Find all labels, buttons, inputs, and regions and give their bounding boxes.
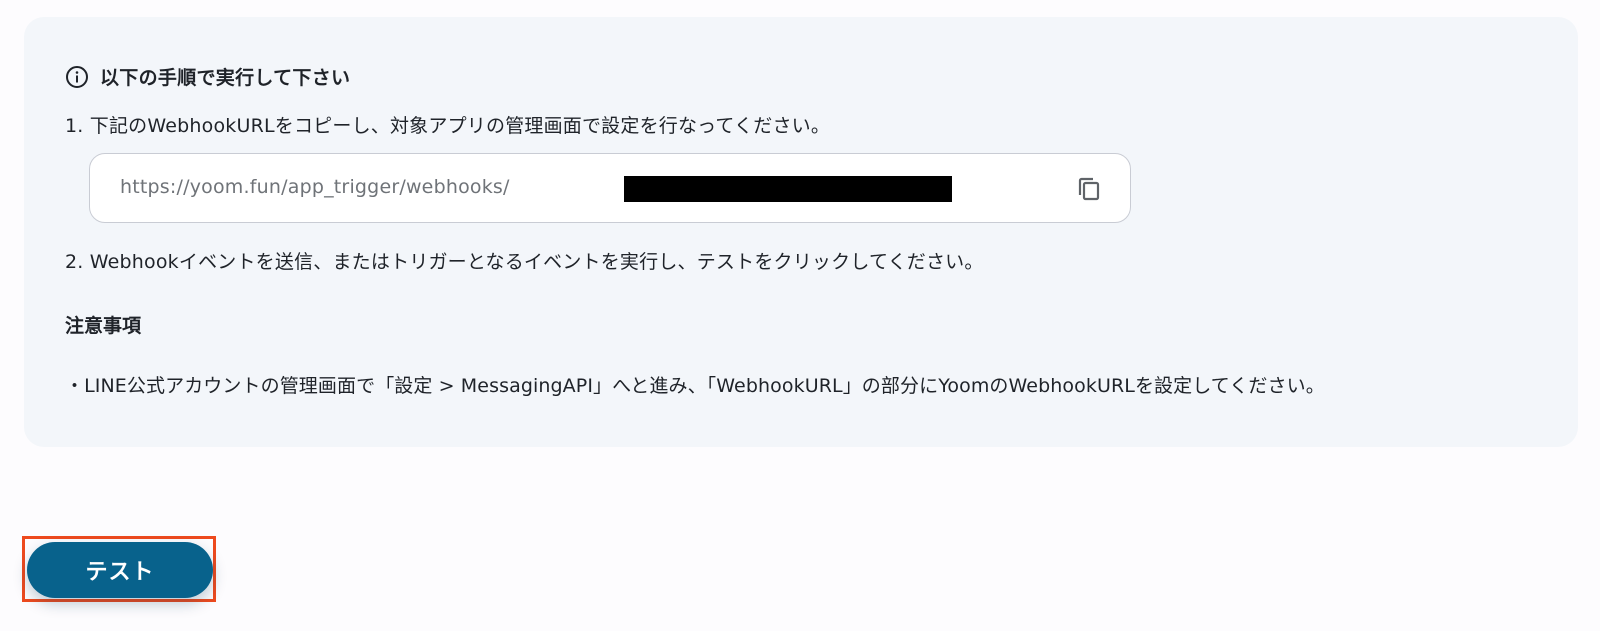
instruction-panel: 以下の手順で実行して下さい 1. 下記のWebhookURLをコピーし、対象アプ… <box>24 17 1578 447</box>
test-button[interactable]: テスト <box>27 542 213 598</box>
notes-title: 注意事項 <box>65 315 142 337</box>
instruction-heading-text: 以下の手順で実行して下さい <box>100 67 351 89</box>
instruction-heading: 以下の手順で実行して下さい <box>65 63 350 90</box>
notes-body: ・LINE公式アカウントの管理画面で「設定 > MessagingAPI」へと進… <box>65 375 1325 397</box>
url-redaction <box>624 176 952 202</box>
webhook-url-text[interactable]: https://yoom.fun/app_trigger/webhooks/ <box>120 176 510 198</box>
info-circle-icon <box>65 65 89 89</box>
step-2-text: 2. Webhookイベントを送信、またはトリガーとなるイベントを実行し、テスト… <box>65 251 984 273</box>
copy-button[interactable] <box>1072 172 1106 206</box>
webhook-url-field[interactable]: https://yoom.fun/app_trigger/webhooks/ <box>89 153 1131 223</box>
page: 以下の手順で実行して下さい 1. 下記のWebhookURLをコピーし、対象アプ… <box>0 0 1600 631</box>
step-1-text: 1. 下記のWebhookURLをコピーし、対象アプリの管理画面で設定を行なって… <box>65 115 831 137</box>
copy-icon[interactable] <box>1074 174 1104 204</box>
